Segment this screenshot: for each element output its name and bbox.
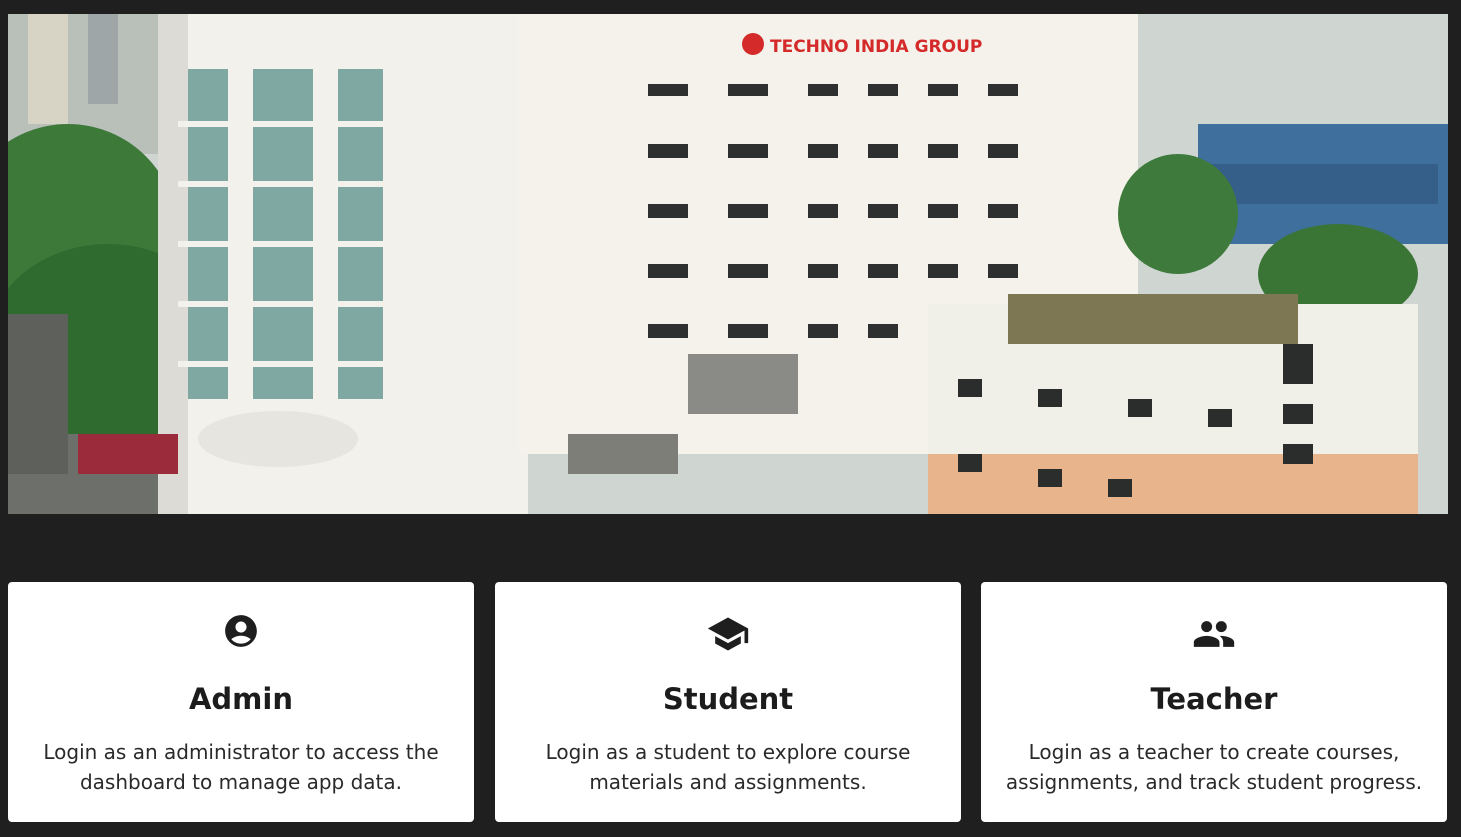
student-card-title: Student xyxy=(662,682,794,716)
people-icon xyxy=(981,612,1447,648)
teacher-card-title: Teacher xyxy=(1150,682,1278,716)
admin-card-title: Admin xyxy=(188,682,293,716)
graduation-cap-icon xyxy=(495,612,961,651)
teacher-login-card[interactable]: Teacher Login as a teacher to create cou… xyxy=(981,582,1447,822)
account-circle-icon xyxy=(8,612,474,648)
student-card-description: Login as a student to explore course mat… xyxy=(545,740,911,794)
building-sign-text: TECHNO INDIA GROUP xyxy=(770,37,982,57)
student-login-card[interactable]: Student Login as a student to explore co… xyxy=(495,582,961,822)
admin-card-description: Login as an administrator to access the … xyxy=(43,740,439,794)
admin-login-card[interactable]: Admin Login as an administrator to acces… xyxy=(8,582,474,822)
login-role-cards: Admin Login as an administrator to acces… xyxy=(8,582,1448,822)
teacher-card-description: Login as a teacher to create courses, as… xyxy=(1005,740,1423,794)
hero-image: TECHNO INDIA GROUP xyxy=(8,14,1448,514)
